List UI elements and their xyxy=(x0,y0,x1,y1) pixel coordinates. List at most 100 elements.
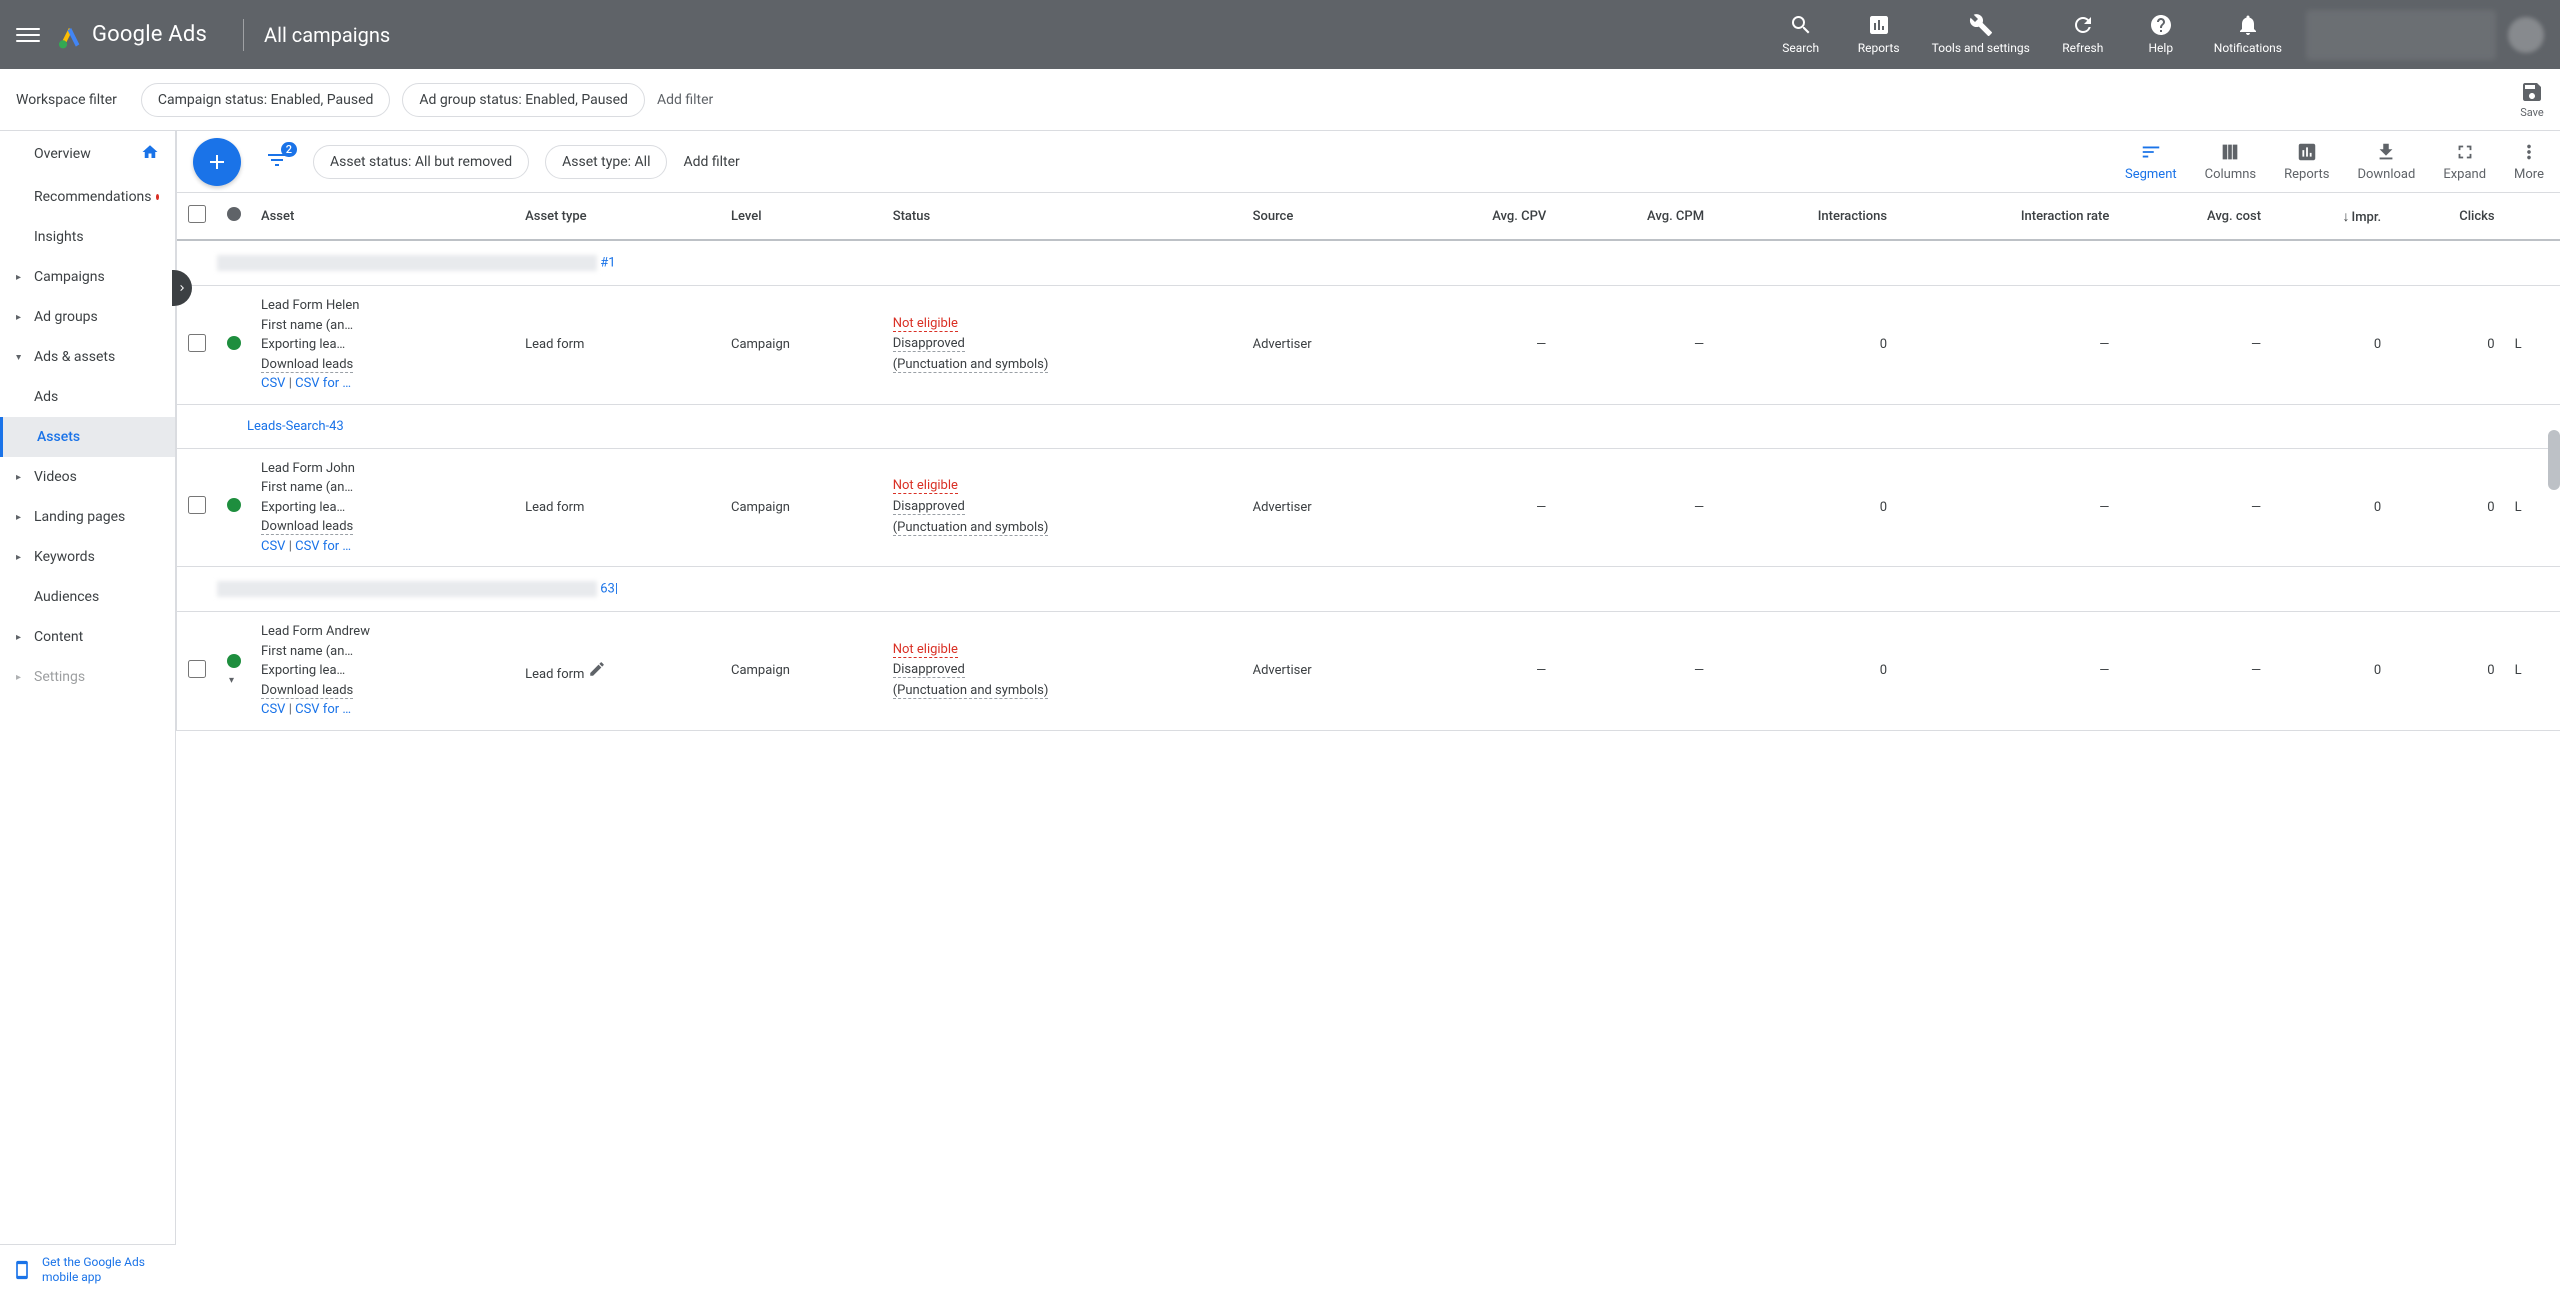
reports-button[interactable]: Reports xyxy=(1854,13,1904,55)
sidebar-item-audiences[interactable]: Audiences xyxy=(0,577,175,617)
col-source[interactable]: Source xyxy=(1243,193,1405,240)
status-not-eligible[interactable]: Not eligible xyxy=(893,642,958,658)
sidebar-item-content[interactable]: ▸ Content xyxy=(0,617,175,657)
sidebar-item-ad-groups[interactable]: ▸ Ad groups xyxy=(0,297,175,337)
asset-title: Lead Form Andrew xyxy=(261,622,505,642)
clicks-cell: 0 xyxy=(2391,286,2504,405)
col-asset[interactable]: Asset xyxy=(251,193,515,240)
add-workspace-filter[interactable]: Add filter xyxy=(657,92,713,108)
status-dot-green-icon[interactable] xyxy=(227,654,241,668)
sidebar-item-insights[interactable]: Insights xyxy=(0,217,175,257)
help-button[interactable]: Help xyxy=(2136,13,2186,55)
col-avg-cpv[interactable]: Avg. CPV xyxy=(1405,193,1557,240)
download-button[interactable]: Download xyxy=(2357,141,2415,182)
col-avg-cost[interactable]: Avg. cost xyxy=(2119,193,2271,240)
status-dot-green-icon[interactable] xyxy=(227,498,241,512)
content-area: 2 Asset status: All but removed Asset ty… xyxy=(176,131,2560,1296)
csv-link[interactable]: CSV xyxy=(261,376,285,391)
asset-type-chip[interactable]: Asset type: All xyxy=(545,145,667,179)
search-icon xyxy=(1789,13,1813,37)
refresh-button[interactable]: Refresh xyxy=(2058,13,2108,55)
avg-cpm-cell: — xyxy=(1556,612,1714,731)
row-checkbox[interactable] xyxy=(188,496,206,514)
download-leads-link[interactable]: Download leads xyxy=(261,519,353,535)
download-leads-link[interactable]: Download leads xyxy=(261,357,353,373)
campaign-status-chip[interactable]: Campaign status: Enabled, Paused xyxy=(141,83,391,117)
more-button[interactable]: More xyxy=(2514,141,2544,182)
col-level[interactable]: Level xyxy=(721,193,883,240)
status-not-eligible[interactable]: Not eligible xyxy=(893,478,958,494)
hamburger-menu-icon[interactable] xyxy=(16,23,40,47)
csv-for-link[interactable]: CSV for … xyxy=(295,702,351,717)
google-ads-logo[interactable]: Google Ads xyxy=(56,21,207,49)
sidebar-item-assets[interactable]: Assets xyxy=(0,417,175,457)
col-interactions[interactable]: Interactions xyxy=(1714,193,1897,240)
avg-cpm-cell: — xyxy=(1556,286,1714,405)
group-label-suffix[interactable]: #1 xyxy=(597,255,616,270)
interactions-cell: 0 xyxy=(1714,448,1897,567)
col-asset-type[interactable]: Asset type xyxy=(515,193,721,240)
status-dot-green-icon[interactable] xyxy=(227,336,241,350)
filter-button[interactable]: 2 xyxy=(265,148,289,176)
scrollbar-thumb[interactable] xyxy=(2548,430,2560,490)
avg-cost-cell: — xyxy=(2119,448,2271,567)
row-checkbox[interactable] xyxy=(188,334,206,352)
chevron-right-icon: ▸ xyxy=(16,312,21,323)
notifications-button[interactable]: Notifications xyxy=(2214,13,2282,55)
sidebar-item-ads[interactable]: Ads xyxy=(0,377,175,417)
sidebar-item-overview[interactable]: Overview xyxy=(0,131,175,177)
group-label-suffix[interactable]: 63| xyxy=(597,581,618,596)
sidebar-item-settings[interactable]: ▸ Settings xyxy=(0,657,175,697)
segment-button[interactable]: Segment xyxy=(2125,141,2177,182)
select-all-checkbox[interactable] xyxy=(188,205,206,223)
col-impr[interactable]: ↓Impr. xyxy=(2271,193,2391,240)
col-interaction-rate[interactable]: Interaction rate xyxy=(1897,193,2119,240)
status-disapproved[interactable]: Disapproved xyxy=(893,336,965,352)
row-checkbox[interactable] xyxy=(188,660,206,678)
sidebar-item-ads-assets[interactable]: ▸ Ads & assets xyxy=(0,337,175,377)
columns-button[interactable]: Columns xyxy=(2205,141,2257,182)
col-status[interactable]: Status xyxy=(883,193,1243,240)
csv-for-link[interactable]: CSV for … xyxy=(295,376,351,391)
csv-link[interactable]: CSV xyxy=(261,702,285,717)
search-button[interactable]: Search xyxy=(1776,13,1826,55)
reports-tool-button[interactable]: Reports xyxy=(2284,141,2329,182)
workspace-filter-bar: Workspace filter Campaign status: Enable… xyxy=(0,69,2560,131)
page-title: All campaigns xyxy=(264,23,390,47)
group-label-redacted xyxy=(217,255,597,271)
impr-cell: 0 xyxy=(2271,612,2391,731)
status-reason[interactable]: (Punctuation and symbols) xyxy=(893,683,1049,699)
asset-status-chip[interactable]: Asset status: All but removed xyxy=(313,145,529,179)
select-all-header[interactable] xyxy=(177,193,217,240)
account-info-redacted xyxy=(2306,10,2496,60)
ad-group-status-chip[interactable]: Ad group status: Enabled, Paused xyxy=(402,83,645,117)
save-button[interactable]: Save xyxy=(2520,80,2544,119)
status-reason[interactable]: (Punctuation and symbols) xyxy=(893,520,1049,536)
mobile-app-promo[interactable]: Get the Google Ads mobile app xyxy=(0,1244,176,1296)
home-icon xyxy=(141,143,159,165)
col-clicks[interactable]: Clicks xyxy=(2391,193,2504,240)
group-label-link[interactable]: Leads-Search-43 xyxy=(247,419,344,434)
status-reason[interactable]: (Punctuation and symbols) xyxy=(893,357,1049,373)
status-disapproved[interactable]: Disapproved xyxy=(893,662,965,678)
edit-icon[interactable] xyxy=(588,660,606,678)
status-dropdown-caret-icon[interactable]: ▾ xyxy=(229,675,234,686)
csv-for-link[interactable]: CSV for … xyxy=(295,539,351,554)
add-asset-fab[interactable] xyxy=(193,138,241,186)
add-content-filter[interactable]: Add filter xyxy=(683,154,739,170)
user-avatar[interactable] xyxy=(2508,17,2544,53)
sidebar-item-landing-pages[interactable]: ▸ Landing pages xyxy=(0,497,175,537)
tools-settings-button[interactable]: Tools and settings xyxy=(1932,13,2030,55)
sidebar-item-campaigns[interactable]: ▸ Campaigns xyxy=(0,257,175,297)
expand-button[interactable]: Expand xyxy=(2443,141,2486,182)
csv-link[interactable]: CSV xyxy=(261,539,285,554)
sidebar-item-keywords[interactable]: ▸ Keywords xyxy=(0,537,175,577)
download-leads-link[interactable]: Download leads xyxy=(261,683,353,699)
status-not-eligible[interactable]: Not eligible xyxy=(893,316,958,332)
chevron-right-icon: ▸ xyxy=(16,552,21,563)
sidebar-item-recommendations[interactable]: Recommendations xyxy=(0,177,175,217)
status-disapproved[interactable]: Disapproved xyxy=(893,499,965,515)
sidebar-item-videos[interactable]: ▸ Videos xyxy=(0,457,175,497)
col-avg-cpm[interactable]: Avg. CPM xyxy=(1556,193,1714,240)
asset-type-cell: Lead form xyxy=(515,286,721,405)
